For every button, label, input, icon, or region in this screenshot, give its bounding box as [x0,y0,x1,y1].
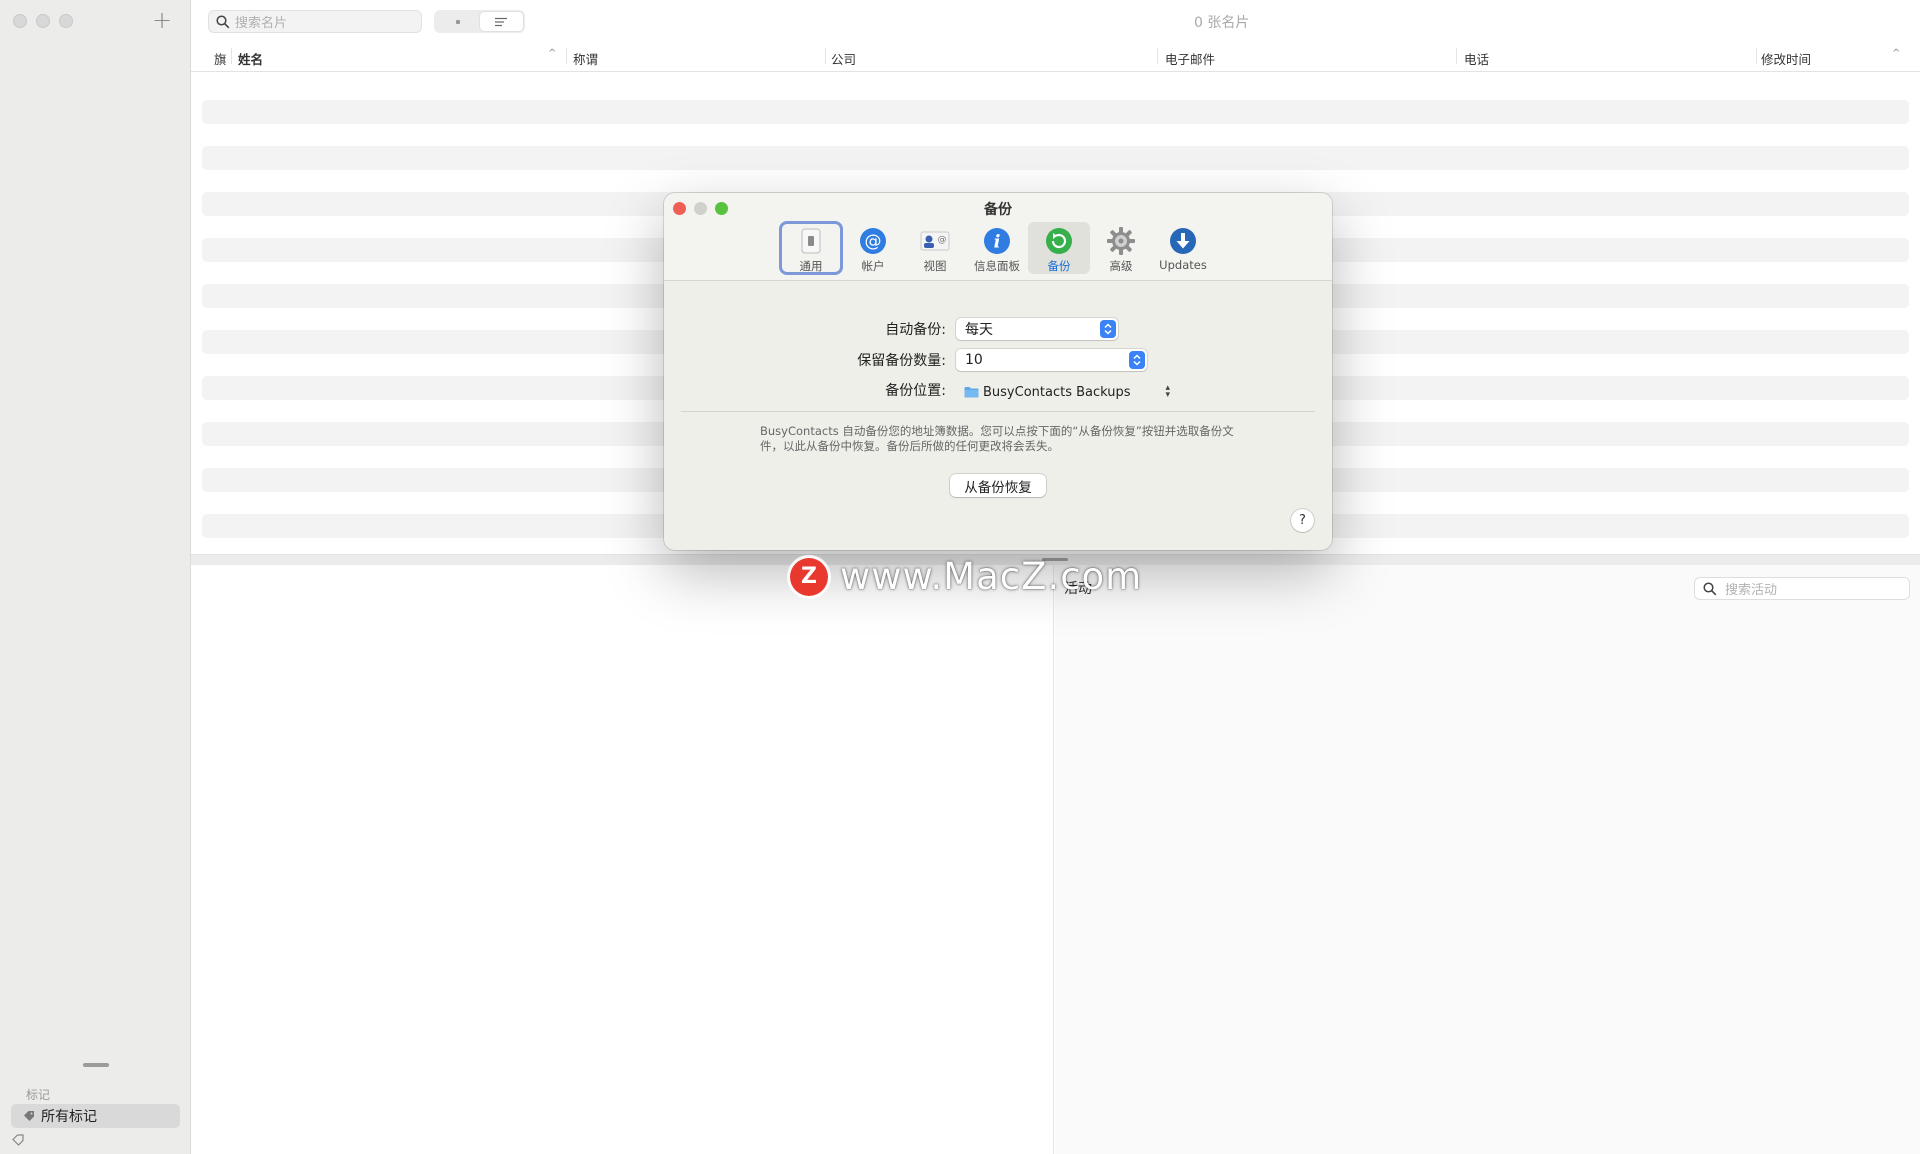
window-controls [13,14,73,28]
main-toolbar: 搜索名片 0 张名片 [191,0,1920,42]
card-count: 0 张名片 [1194,15,1250,31]
sidebar-item-all-tags[interactable]: 所有标记 [11,1104,180,1128]
column-flag[interactable]: 旗 [214,49,227,68]
zoom-window-button[interactable] [59,14,73,28]
card-icon: @ [920,231,950,251]
svg-text:@: @ [865,232,882,252]
sort-ascending-icon: ^ [1892,48,1901,59]
tab-label: 备份 [1047,259,1071,273]
keep-count-label: 保留备份数量: [857,353,946,369]
search-cards-input[interactable]: 搜索名片 [208,10,422,33]
column-separator [825,48,826,64]
sidebar: + 标记 所有标记 [0,0,191,1154]
auto-backup-select[interactable]: 每天 [956,318,1118,340]
search-placeholder: 搜索名片 [235,16,288,31]
svg-text:i: i [994,232,1001,253]
minimize-window-button[interactable] [36,14,50,28]
tab-label: 信息面板 [974,259,1020,273]
search-icon [216,15,230,29]
tab-label: 帐户 [861,259,885,273]
chevron-updown-icon [1129,351,1145,369]
svg-text:@: @ [938,235,947,245]
auto-backup-label: 自动备份: [885,322,946,338]
column-name[interactable]: 姓名 [238,49,263,68]
tab-backup[interactable]: 备份 [1028,222,1090,274]
info-icon: i [984,228,1010,254]
tab-updates[interactable]: Updates [1152,222,1214,274]
sidebar-section-label: 标记 [26,1088,51,1102]
backup-description: BusyContacts 自动备份您的地址簿数据。您可以点按下面的“从备份恢复”… [760,424,1234,453]
tab-general[interactable]: 通用 [779,221,843,275]
at-icon: @ [860,228,886,254]
list-view-icon [495,17,508,26]
column-separator [1456,48,1457,64]
tab-advanced[interactable]: 高级 [1090,222,1152,274]
keep-count-value: 10 [965,352,983,368]
activity-pane [1055,565,1920,1154]
detail-pane [191,565,1054,1154]
column-separator [1756,48,1757,64]
window-title: 备份 [984,202,1012,218]
watermark: Z www.MacZ.com [790,555,1142,598]
watermark-logo: Z [790,557,828,596]
chevron-updown-icon [1100,320,1116,338]
auto-backup-value: 每天 [965,322,993,338]
tab-accounts[interactable]: @ 帐户 [842,222,904,274]
preferences-window: 备份 通用 @ 帐户 @ 视图 i 信息面板 备份 高级 Updates 自动备… [664,193,1332,550]
tab-label: Updates [1159,258,1207,272]
preferences-tabs: 通用 @ 帐户 @ 视图 i 信息面板 备份 高级 Updates [779,221,1214,275]
search-icon [1703,582,1717,596]
column-separator [1157,48,1158,64]
add-tag-button[interactable]: + [152,8,172,32]
help-button[interactable]: ? [1291,509,1314,532]
sidebar-resize-handle[interactable] [83,1063,109,1067]
tab-label: 视图 [923,259,947,273]
close-window-button[interactable] [13,14,27,28]
column-phone[interactable]: 电话 [1464,49,1489,68]
column-email[interactable]: 电子邮件 [1165,49,1215,68]
sort-ascending-icon: ^ [548,48,557,59]
backup-location-select[interactable]: BusyContacts Backups ▴ ▾ [958,381,1170,403]
gear-icon [1107,227,1135,255]
view-mode-segmented-control[interactable] [434,10,525,33]
tag-icon[interactable] [12,1134,24,1146]
divider [681,411,1315,412]
card-view-button[interactable] [436,12,480,31]
refresh-icon [1046,228,1072,254]
table-row [202,146,1909,170]
table-row [202,100,1909,124]
tab-label: 通用 [799,259,823,273]
backup-location-label: 备份位置: [885,383,946,399]
column-modified[interactable]: 修改时间 [1761,49,1811,68]
search-placeholder: 搜索活动 [1725,583,1778,598]
switch-icon [801,228,821,254]
restore-from-backup-button[interactable]: 从备份恢复 [950,474,1046,497]
plus-icon: + [152,6,173,34]
download-icon [1170,228,1196,254]
keep-count-combobox[interactable]: 10 [956,349,1147,371]
tag-icon [24,1111,34,1121]
column-separator [566,48,567,64]
list-view-button[interactable] [479,12,523,31]
card-view-icon [455,19,460,24]
tab-info-panel[interactable]: i 信息面板 [966,222,1028,274]
table-header: 旗 姓名 ^ 称谓 公司 电子邮件 电话 修改时间 ^ [191,42,1920,72]
tab-label: 高级 [1109,259,1133,273]
column-title[interactable]: 称谓 [573,49,598,68]
backup-location-value: BusyContacts Backups [983,384,1131,400]
chevron-updown-icon: ▴ ▾ [1165,383,1170,400]
folder-icon [964,387,979,398]
sidebar-item-label: 所有标记 [41,1109,97,1125]
column-company[interactable]: 公司 [831,49,856,68]
watermark-text: www.MacZ.com [840,555,1143,598]
search-activity-input[interactable]: 搜索活动 [1694,577,1910,600]
column-separator [231,48,232,64]
tab-view[interactable]: @ 视图 [904,222,966,274]
